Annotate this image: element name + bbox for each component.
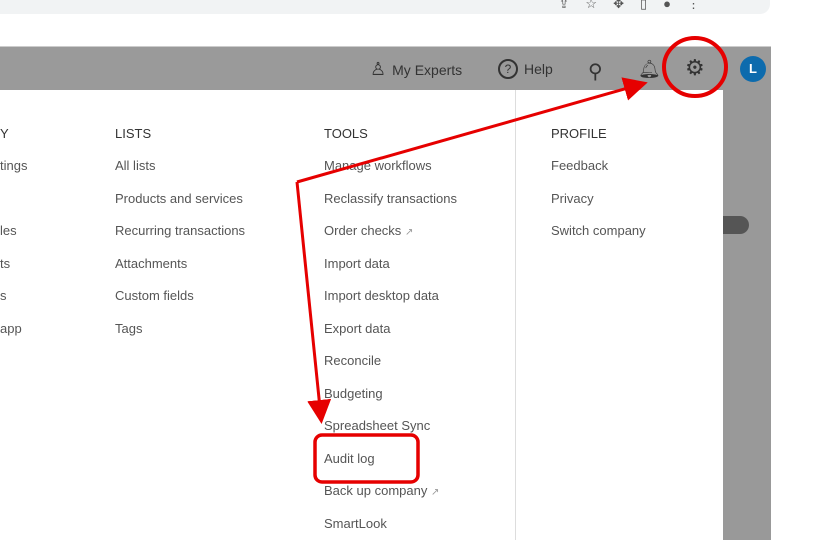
- gear-highlight-circle: [664, 38, 726, 96]
- audit-log-highlight-box: [315, 435, 418, 482]
- arrow-to-gear: [297, 84, 642, 182]
- arrow-to-audit-log: [297, 182, 321, 418]
- annotation-overlay: [0, 0, 839, 540]
